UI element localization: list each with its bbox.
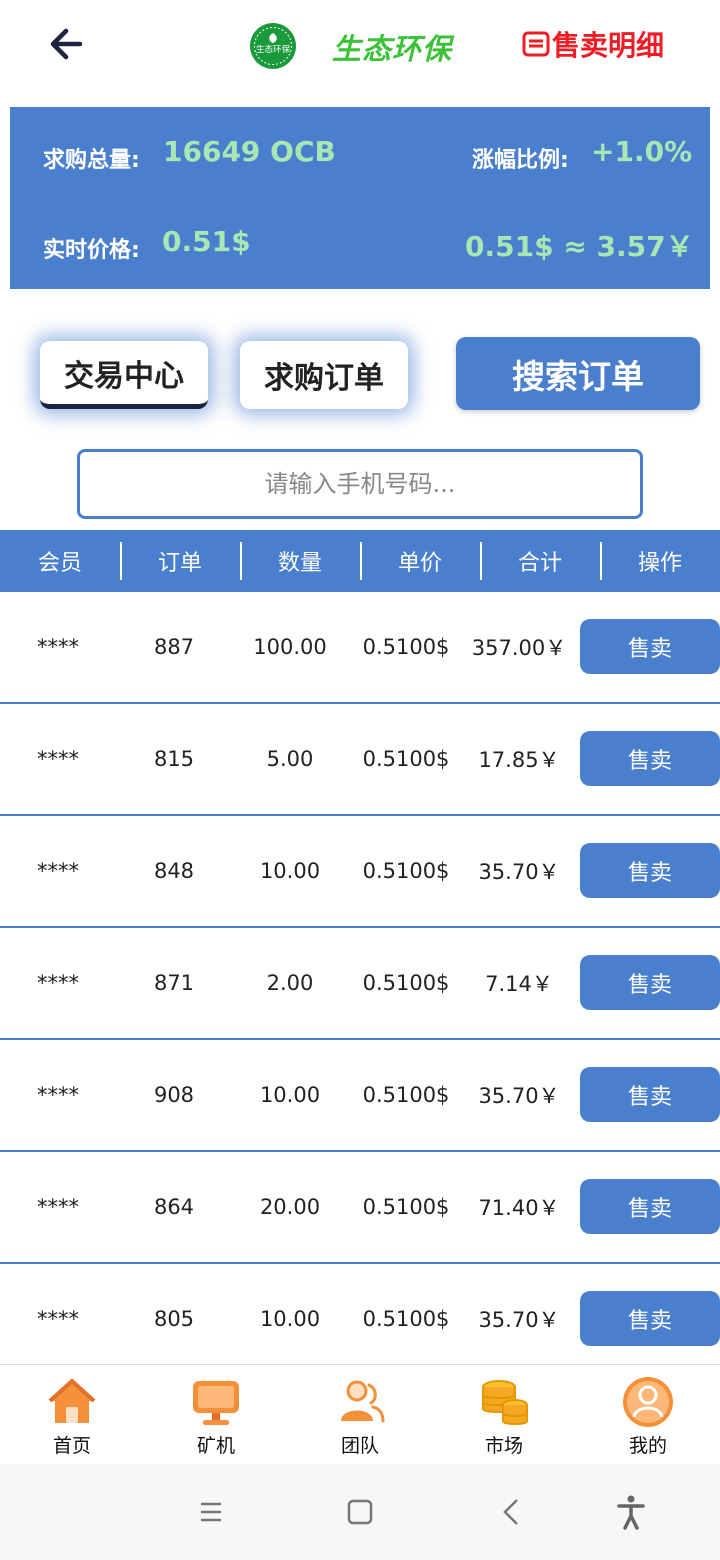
phone-search-input[interactable] (77, 449, 643, 519)
row-member: **** (37, 1195, 79, 1219)
row-quantity: 10.00 (259, 1083, 321, 1107)
row-price: 0.5100$ (362, 635, 450, 659)
nav-item-team[interactable]: 团队 (288, 1365, 432, 1464)
back-chevron-icon[interactable] (490, 1492, 534, 1532)
row-order: 871 (153, 971, 195, 995)
sell-button[interactable]: 售卖 (580, 1179, 720, 1234)
row-total: 17.85￥ (478, 748, 560, 772)
rise-label: 涨幅比例: (472, 148, 569, 173)
price-label: 实时价格: (43, 238, 140, 263)
table-row: **** 805 10.00 0.5100$ 35.70￥ 售卖 (0, 1264, 720, 1376)
brand-title: 生态环保 (332, 32, 453, 66)
home-icon (48, 1379, 96, 1423)
row-quantity: 5.00 (266, 747, 314, 771)
accessibility-icon[interactable] (609, 1492, 653, 1532)
nav-label-market: 市场 (484, 1435, 523, 1457)
sell-button[interactable]: 售卖 (580, 1291, 720, 1346)
receipt-icon (522, 31, 550, 57)
nav-item-market[interactable]: 市场 (432, 1365, 576, 1464)
row-quantity: 20.00 (259, 1195, 321, 1219)
app-screen: 生态环保 生态环保 售卖明细 求购总量: 16649 OCB 涨幅比例: +1.… (0, 0, 720, 1560)
menu-icon[interactable] (189, 1492, 233, 1532)
nav-label-miner: 矿机 (196, 1435, 235, 1457)
row-order: 815 (153, 747, 195, 771)
nav-item-home[interactable]: 首页 (0, 1365, 144, 1464)
column-header-action: 操作 (600, 530, 720, 592)
column-header-quantity: 数量 (240, 530, 360, 592)
nav-item-mine[interactable]: 我的 (576, 1365, 720, 1464)
table-row: **** 908 10.00 0.5100$ 35.70￥ 售卖 (0, 1040, 720, 1152)
price-conversion: 0.51$ ≈ 3.57￥ (465, 230, 694, 263)
monitor-icon (193, 1381, 239, 1425)
team-icon (341, 1380, 385, 1423)
logo-text: 生态环保 (256, 44, 291, 55)
column-header-member: 会员 (37, 551, 82, 576)
sell-button[interactable]: 售卖 (580, 1067, 720, 1122)
eco-logo-icon: 生态环保 (250, 23, 296, 69)
row-order: 908 (153, 1083, 195, 1107)
column-header-order: 订单 (120, 530, 240, 592)
table-header: 会员 订单 数量 单价 合计 操作 (0, 530, 720, 592)
row-price: 0.5100$ (362, 1307, 450, 1331)
tab-purchase-orders[interactable]: 求购订单 (240, 341, 408, 409)
sell-button[interactable]: 售卖 (580, 619, 720, 674)
row-total: 357.00￥ (471, 636, 567, 660)
tab-trading-center[interactable]: 交易中心 (40, 341, 208, 409)
nav-label-team: 团队 (340, 1435, 379, 1457)
table-row: **** 887 100.00 0.5100$ 357.00￥ 售卖 (0, 592, 720, 704)
row-order: 887 (153, 635, 195, 659)
sell-button[interactable]: 售卖 (580, 955, 720, 1010)
row-price: 0.5100$ (362, 1195, 450, 1219)
home-square-icon[interactable] (338, 1492, 382, 1532)
row-quantity: 2.00 (266, 971, 314, 995)
row-price: 0.5100$ (362, 859, 450, 883)
row-total: 71.40￥ (478, 1196, 560, 1220)
table-row: **** 871 2.00 0.5100$ 7.14￥ 售卖 (0, 928, 720, 1040)
row-total: 35.70￥ (478, 1084, 560, 1108)
rise-value: +1.0% (591, 135, 693, 168)
table-row: **** 848 10.00 0.5100$ 35.70￥ 售卖 (0, 816, 720, 928)
row-quantity: 100.00 (253, 635, 327, 659)
sell-button[interactable]: 售卖 (580, 843, 720, 898)
system-nav-bar (0, 1464, 720, 1560)
row-total: 7.14￥ (485, 972, 553, 996)
table-row: **** 815 5.00 0.5100$ 17.85￥ 售卖 (0, 704, 720, 816)
column-header-total: 合计 (480, 530, 600, 592)
row-member: **** (37, 1083, 79, 1107)
row-member: **** (37, 1307, 79, 1331)
order-table-body: **** 887 100.00 0.5100$ 357.00￥ 售卖 **** … (0, 592, 720, 1376)
table-row: **** 864 20.00 0.5100$ 71.40￥ 售卖 (0, 1152, 720, 1264)
row-quantity: 10.00 (259, 859, 321, 883)
row-order: 848 (153, 859, 195, 883)
row-member: **** (37, 971, 79, 995)
sell-button[interactable]: 售卖 (580, 731, 720, 786)
nav-item-miner[interactable]: 矿机 (144, 1365, 288, 1464)
row-price: 0.5100$ (362, 747, 450, 771)
row-total: 35.70￥ (478, 1308, 560, 1332)
price-value: 0.51$ (162, 225, 251, 258)
coins-icon (482, 1380, 528, 1425)
total-label: 求购总量: (43, 148, 140, 173)
search-orders-button[interactable]: 搜索订单 (456, 337, 700, 410)
row-member: **** (37, 635, 79, 659)
row-total: 35.70￥ (478, 860, 560, 884)
summary-panel: 求购总量: 16649 OCB 涨幅比例: +1.0% 实时价格: 0.51$ … (10, 107, 710, 289)
sale-detail-link[interactable]: 售卖明细 (522, 24, 664, 64)
row-order: 864 (153, 1195, 195, 1219)
row-member: **** (37, 859, 79, 883)
nav-label-home: 首页 (52, 1435, 91, 1457)
bottom-nav: 首页 矿机 团队 市场 我的 (0, 1364, 720, 1464)
header: 生态环保 生态环保 售卖明细 (0, 0, 720, 90)
column-header-price: 单价 (360, 530, 480, 592)
row-quantity: 10.00 (259, 1307, 321, 1331)
row-price: 0.5100$ (362, 971, 450, 995)
row-order: 805 (153, 1307, 195, 1331)
back-arrow-icon[interactable] (44, 22, 90, 66)
row-price: 0.5100$ (362, 1083, 450, 1107)
profile-icon (623, 1377, 673, 1427)
nav-label-mine: 我的 (628, 1435, 667, 1457)
total-value: 16649 OCB (163, 135, 336, 168)
sale-detail-label: 售卖明细 (552, 29, 665, 62)
row-member: **** (37, 747, 79, 771)
